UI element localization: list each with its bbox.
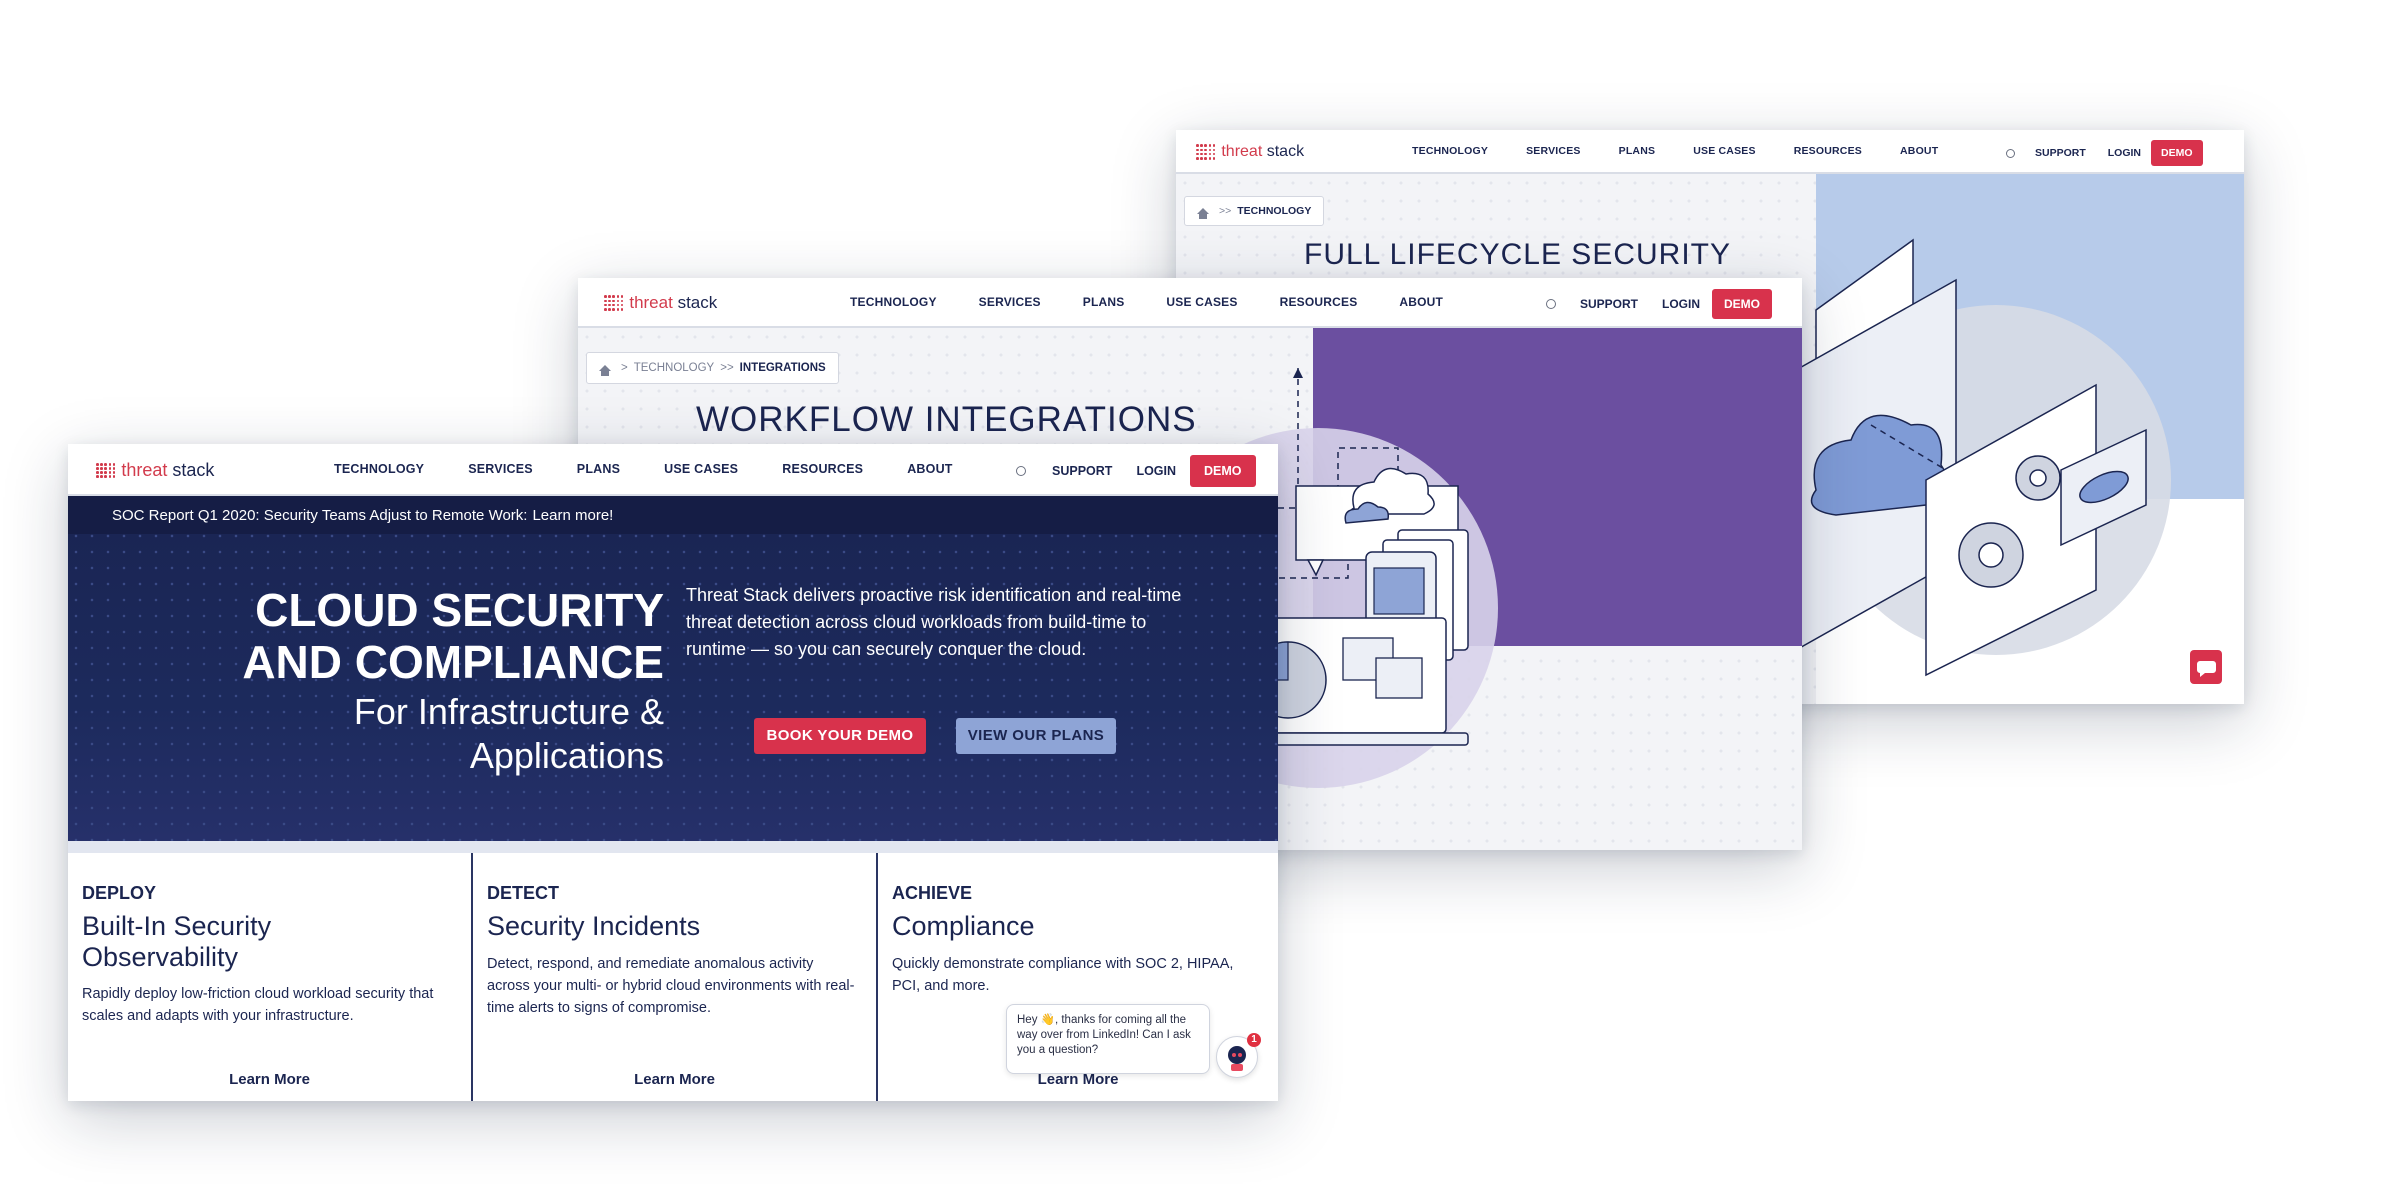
feature-kicker: DEPLOY — [82, 883, 157, 903]
nav-use-cases[interactable]: USE CASES — [1166, 295, 1237, 309]
nav-services[interactable]: SERVICES — [468, 462, 533, 476]
front-navbar: threat stack TECHNOLOGY SERVICES PLANS U… — [68, 444, 1278, 496]
logo-mark-icon — [96, 462, 116, 479]
chat-icon[interactable] — [2190, 650, 2222, 684]
home-icon[interactable] — [1197, 208, 1209, 219]
back-navbar: threat stack TECHNOLOGY SERVICES PLANS U… — [1176, 130, 2244, 174]
search-icon[interactable] — [2006, 148, 2015, 158]
nav-technology[interactable]: TECHNOLOGY — [850, 295, 937, 309]
brand-word-threat: threat — [1221, 143, 1263, 160]
announcement-banner: SOC Report Q1 2020: Security Teams Adjus… — [68, 496, 1278, 534]
breadcrumb-current[interactable]: TECHNOLOGY — [1237, 205, 1311, 217]
demo-button[interactable]: DEMO — [1712, 289, 1773, 319]
hero-title-line-1: CLOUD SECURITY — [255, 584, 664, 636]
nav-plans[interactable]: PLANS — [1083, 295, 1125, 309]
nav-services[interactable]: SERVICES — [979, 295, 1041, 309]
feature-title: Compliance — [892, 911, 1035, 941]
breadcrumb-parent[interactable]: TECHNOLOGY — [634, 362, 715, 374]
notification-badge: 1 — [1247, 1033, 1261, 1047]
feature-desc: Quickly demonstrate compliance with SOC … — [892, 956, 1234, 994]
nav-use-cases[interactable]: USE CASES — [1693, 145, 1755, 157]
nav-about[interactable]: ABOUT — [1399, 295, 1443, 309]
nav-use-cases[interactable]: USE CASES — [664, 462, 738, 476]
breadcrumb-sep: >> — [1219, 205, 1232, 217]
learn-more-link[interactable]: Learn More — [473, 1071, 876, 1088]
hero-subtitle-line-1: For Infrastructure & — [353, 691, 664, 732]
nav-services[interactable]: SERVICES — [1526, 145, 1581, 157]
back-breadcrumb: >> TECHNOLOGY — [1184, 196, 1325, 226]
middle-nav-right: SUPPORT LOGIN DEMO — [1546, 289, 1773, 319]
search-icon[interactable] — [1546, 299, 1556, 309]
feature-title: Built-In Security Observability — [82, 911, 272, 972]
nav-about[interactable]: ABOUT — [1900, 145, 1938, 157]
gear-icon — [2015, 455, 2061, 501]
feature-title: Security Incidents — [487, 911, 701, 941]
demo-button[interactable]: DEMO — [1190, 455, 1256, 487]
nav-technology[interactable]: TECHNOLOGY — [334, 462, 424, 476]
nav-about[interactable]: ABOUT — [907, 462, 952, 476]
feature-desc: Rapidly deploy low-friction cloud worklo… — [82, 986, 434, 1024]
brand-word-threat: threat — [629, 293, 673, 312]
feature-deploy: DEPLOY Built-In Security Observability R… — [68, 853, 471, 1101]
view-plans-button[interactable]: VIEW OUR PLANS — [956, 718, 1116, 754]
back-page-title: FULL LIFECYCLE SECURITY — [1304, 238, 1731, 271]
bot-icon[interactable]: 1 — [1216, 1033, 1261, 1078]
nav-technology[interactable]: TECHNOLOGY — [1412, 145, 1488, 157]
search-icon[interactable] — [1016, 466, 1026, 476]
logo-mark-icon — [1196, 144, 1216, 160]
brand-word-stack: stack — [172, 460, 215, 480]
middle-page-title: WORKFLOW INTEGRATIONS — [696, 400, 1197, 439]
nav-plans[interactable]: PLANS — [1619, 145, 1656, 157]
nav-support[interactable]: SUPPORT — [1580, 297, 1638, 311]
breadcrumb-sep-1: > — [621, 362, 628, 374]
middle-nav-menu: TECHNOLOGY SERVICES PLANS USE CASES RESO… — [850, 295, 1443, 309]
nav-resources[interactable]: RESOURCES — [1280, 295, 1358, 309]
brand-logo[interactable]: threat stack — [1196, 143, 1304, 161]
hero-description: Threat Stack delivers proactive risk ide… — [686, 585, 1182, 659]
feature-desc: Detect, respond, and remediate anomalous… — [487, 956, 855, 1016]
hero-title-line-2: AND COMPLIANCE — [242, 636, 664, 688]
demo-button[interactable]: DEMO — [2151, 140, 2203, 166]
book-demo-button[interactable]: BOOK YOUR DEMO — [754, 718, 926, 754]
brand-word-stack: stack — [1266, 143, 1305, 160]
feature-detect: DETECT Security Incidents Detect, respon… — [473, 853, 876, 1101]
hero-subtitle: For Infrastructure & Applications — [354, 690, 664, 778]
chat-greeting-bubble[interactable]: Hey 👋, thanks for coming all the way ove… — [1006, 1004, 1210, 1074]
feature-kicker: DETECT — [487, 883, 559, 903]
brand-word-stack: stack — [677, 293, 718, 312]
hero-subtitle-line-2: Applications — [469, 735, 664, 776]
logo-mark-icon — [604, 295, 624, 311]
learn-more-link[interactable]: Learn More — [68, 1071, 471, 1088]
nav-support[interactable]: SUPPORT — [2035, 147, 2086, 159]
middle-navbar: threat stack TECHNOLOGY SERVICES PLANS U… — [578, 278, 1802, 328]
front-nav-menu: TECHNOLOGY SERVICES PLANS USE CASES RESO… — [334, 462, 953, 476]
nav-resources[interactable]: RESOURCES — [782, 462, 863, 476]
hero-section: SOC Report Q1 2020: Security Teams Adjus… — [68, 496, 1278, 841]
middle-breadcrumb: > TECHNOLOGY >> INTEGRATIONS — [586, 352, 839, 384]
gear-icon — [1958, 522, 2024, 588]
breadcrumb-sep-2: >> — [720, 362, 734, 374]
front-window: threat stack TECHNOLOGY SERVICES PLANS U… — [68, 444, 1278, 1101]
home-icon[interactable] — [599, 365, 611, 376]
banner-link[interactable]: Learn more! — [532, 507, 613, 524]
nav-resources[interactable]: RESOURCES — [1794, 145, 1862, 157]
nav-support[interactable]: SUPPORT — [1052, 464, 1112, 478]
hero-title: CLOUD SECURITY AND COMPLIANCE — [242, 584, 664, 688]
brand-logo[interactable]: threat stack — [96, 460, 214, 481]
banner-text: SOC Report Q1 2020: Security Teams Adjus… — [112, 506, 528, 524]
brand-logo[interactable]: threat stack — [604, 293, 717, 313]
back-nav-right: SUPPORT LOGIN DEMO — [2006, 140, 2203, 166]
nav-login[interactable]: LOGIN — [2108, 147, 2141, 159]
front-nav-right: SUPPORT LOGIN DEMO — [1016, 455, 1256, 487]
back-nav-menu: TECHNOLOGY SERVICES PLANS USE CASES RESO… — [1412, 145, 1938, 157]
feature-kicker: ACHIEVE — [892, 883, 973, 903]
nav-login[interactable]: LOGIN — [1136, 464, 1176, 478]
nav-plans[interactable]: PLANS — [577, 462, 620, 476]
brand-word-threat: threat — [121, 460, 168, 480]
breadcrumb-current[interactable]: INTEGRATIONS — [740, 362, 826, 374]
nav-login[interactable]: LOGIN — [1662, 297, 1700, 311]
